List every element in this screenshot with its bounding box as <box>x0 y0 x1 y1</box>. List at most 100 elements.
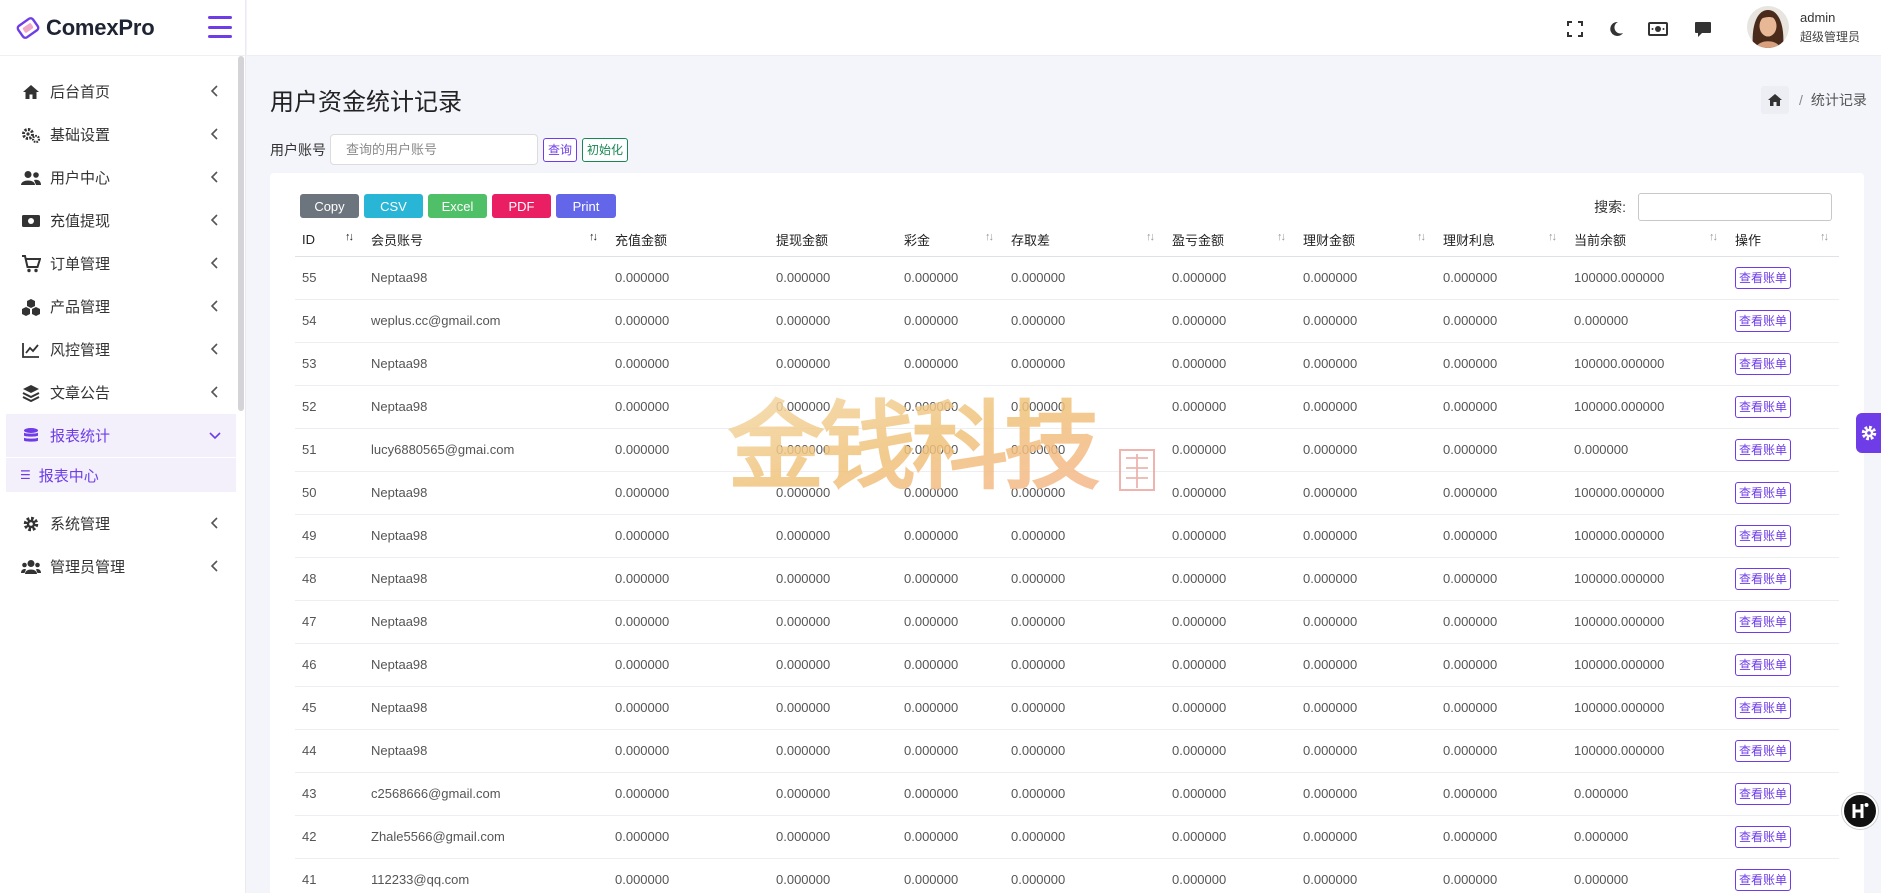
view-bill-button[interactable]: 查看账单 <box>1735 739 1792 762</box>
print-button[interactable]: Print <box>556 194 616 218</box>
view-bill-button[interactable]: 查看账单 <box>1735 438 1792 461</box>
cell-withdraw: 0.000000 <box>769 643 897 687</box>
user-account-input[interactable] <box>330 134 538 165</box>
view-bill-button[interactable]: 查看账单 <box>1735 825 1792 848</box>
database-icon <box>20 426 42 446</box>
money-icon[interactable] <box>1647 18 1669 40</box>
cell-recharge: 0.000000 <box>608 686 769 730</box>
help-chat-icon[interactable] <box>1842 793 1878 829</box>
sidebar-scrollbar[interactable] <box>238 56 244 411</box>
sidebar-item-articles[interactable]: 文章公告 <box>6 371 236 414</box>
column-header-recharge[interactable]: 充值金额 <box>608 223 769 257</box>
init-button[interactable]: 初始化 <box>582 137 629 162</box>
settings-gear-icon[interactable] <box>1856 413 1881 453</box>
sidebar-item-basic-settings[interactable]: 基础设置 <box>6 113 236 156</box>
view-bill-button[interactable]: 查看账单 <box>1735 696 1792 719</box>
cell-wealth-amount: 0.000000 <box>1296 643 1436 687</box>
brand-name: ComexPro <box>46 14 155 40</box>
fullscreen-icon[interactable] <box>1564 18 1586 40</box>
table-search-input[interactable] <box>1638 193 1832 221</box>
cell-current-balance: 100000.000000 <box>1567 643 1728 687</box>
cell-bonus: 0.000000 <box>897 299 1004 343</box>
sidebar-item-orders[interactable]: 订单管理 <box>6 242 236 285</box>
cell-account: 112233@qq.com <box>364 858 608 893</box>
cell-withdraw: 0.000000 <box>769 256 897 300</box>
cell-withdraw: 0.000000 <box>769 385 897 429</box>
cell-bonus: 0.000000 <box>897 600 1004 644</box>
sidebar-item-system[interactable]: 系统管理 <box>6 502 236 545</box>
cell-current-balance: 0.000000 <box>1567 815 1728 859</box>
cell-action: 查看账单 <box>1728 514 1839 558</box>
sidebar-item-label: 系统管理 <box>50 516 111 533</box>
sort-icon: ↑↓ <box>1548 231 1557 243</box>
avatar[interactable] <box>1747 6 1789 48</box>
cell-wealth-amount: 0.000000 <box>1296 299 1436 343</box>
topbar: admin 超级管理员 <box>247 0 1881 56</box>
sidebar-item-risk-control[interactable]: 风控管理 <box>6 328 236 371</box>
cell-wealth-interest: 0.000000 <box>1436 772 1567 816</box>
excel-button[interactable]: Excel <box>428 194 487 218</box>
cell-account: Neptaa98 <box>364 514 608 558</box>
view-bill-button[interactable]: 查看账单 <box>1735 610 1792 633</box>
breadcrumb-current: 统计记录 <box>1810 92 1867 108</box>
cell-wealth-amount: 0.000000 <box>1296 385 1436 429</box>
chevron-down-icon <box>209 432 221 440</box>
cell-recharge: 0.000000 <box>608 514 769 558</box>
column-header-withdraw[interactable]: 提现金额 <box>769 223 897 257</box>
cell-wealth-amount: 0.000000 <box>1296 342 1436 386</box>
comment-icon[interactable] <box>1692 18 1714 40</box>
view-bill-button[interactable]: 查看账单 <box>1735 266 1792 289</box>
cell-balance-diff: 0.000000 <box>1004 471 1165 515</box>
view-bill-button[interactable]: 查看账单 <box>1735 481 1792 504</box>
cell-wealth-amount: 0.000000 <box>1296 600 1436 644</box>
column-header-account[interactable]: 会员账号 ↑↓ <box>364 223 608 257</box>
column-header-id[interactable]: ID ↑↓ <box>295 223 364 257</box>
sidebar-item-user-center[interactable]: 用户中心 <box>6 156 236 199</box>
cell-wealth-interest: 0.000000 <box>1436 299 1567 343</box>
view-bill-button[interactable]: 查看账单 <box>1735 309 1792 332</box>
sidebar-item-admins[interactable]: 管理员管理 <box>6 545 236 588</box>
cell-profit-loss: 0.000000 <box>1165 815 1296 859</box>
view-bill-button[interactable]: 查看账单 <box>1735 653 1792 676</box>
csv-button[interactable]: CSV <box>364 194 423 218</box>
cell-action: 查看账单 <box>1728 686 1839 730</box>
view-bill-button[interactable]: 查看账单 <box>1735 868 1792 891</box>
cell-bonus: 0.000000 <box>897 514 1004 558</box>
column-header-balance-diff[interactable]: 存取差 ↑↓ <box>1004 223 1165 257</box>
table-search: 搜索: <box>1594 193 1832 221</box>
pdf-button[interactable]: PDF <box>492 194 551 218</box>
cell-profit-loss: 0.000000 <box>1165 471 1296 515</box>
cell-profit-loss: 0.000000 <box>1165 557 1296 601</box>
column-header-current-balance[interactable]: 当前余额 ↑↓ <box>1567 223 1728 257</box>
view-bill-button[interactable]: 查看账单 <box>1735 395 1792 418</box>
cell-wealth-interest: 0.000000 <box>1436 815 1567 859</box>
sidebar-item-reports[interactable]: 报表统计 <box>6 414 236 457</box>
cell-profit-loss: 0.000000 <box>1165 256 1296 300</box>
column-header-wealth-amount[interactable]: 理财金额 ↑↓ <box>1296 223 1436 257</box>
column-header-bonus[interactable]: 彩金 ↑↓ <box>897 223 1004 257</box>
sidebar-subitem-report-center[interactable]: ☰ 报表中心 <box>6 458 236 492</box>
breadcrumb-home-icon[interactable] <box>1761 86 1789 114</box>
view-bill-button[interactable]: 查看账单 <box>1735 782 1792 805</box>
cell-withdraw: 0.000000 <box>769 299 897 343</box>
menu-toggle-icon[interactable] <box>208 16 232 38</box>
column-header-action[interactable]: 操作 ↑↓ <box>1728 223 1839 257</box>
cell-wealth-interest: 0.000000 <box>1436 428 1567 472</box>
copy-button[interactable]: Copy <box>300 194 359 218</box>
cell-account: Neptaa98 <box>364 600 608 644</box>
sidebar-item-products[interactable]: 产品管理 <box>6 285 236 328</box>
cell-action: 查看账单 <box>1728 385 1839 429</box>
view-bill-button[interactable]: 查看账单 <box>1735 567 1792 590</box>
cell-wealth-amount: 0.000000 <box>1296 772 1436 816</box>
sidebar-item-home[interactable]: 后台首页 <box>6 70 236 113</box>
column-header-profit-loss[interactable]: 盈亏金额 ↑↓ <box>1165 223 1296 257</box>
sidebar-item-recharge-withdraw[interactable]: 充值提现 <box>6 199 236 242</box>
moon-icon[interactable] <box>1605 18 1627 40</box>
query-button[interactable]: 查询 <box>543 137 578 162</box>
chevron-left-icon <box>210 386 218 398</box>
view-bill-button[interactable]: 查看账单 <box>1735 524 1792 547</box>
view-bill-button[interactable]: 查看账单 <box>1735 352 1792 375</box>
column-header-wealth-interest[interactable]: 理财利息 ↑↓ <box>1436 223 1567 257</box>
table-row: 45 Neptaa98 0.000000 0.000000 0.000000 0.0000… <box>295 686 1839 730</box>
sort-icon: ↑↓ <box>589 231 598 243</box>
